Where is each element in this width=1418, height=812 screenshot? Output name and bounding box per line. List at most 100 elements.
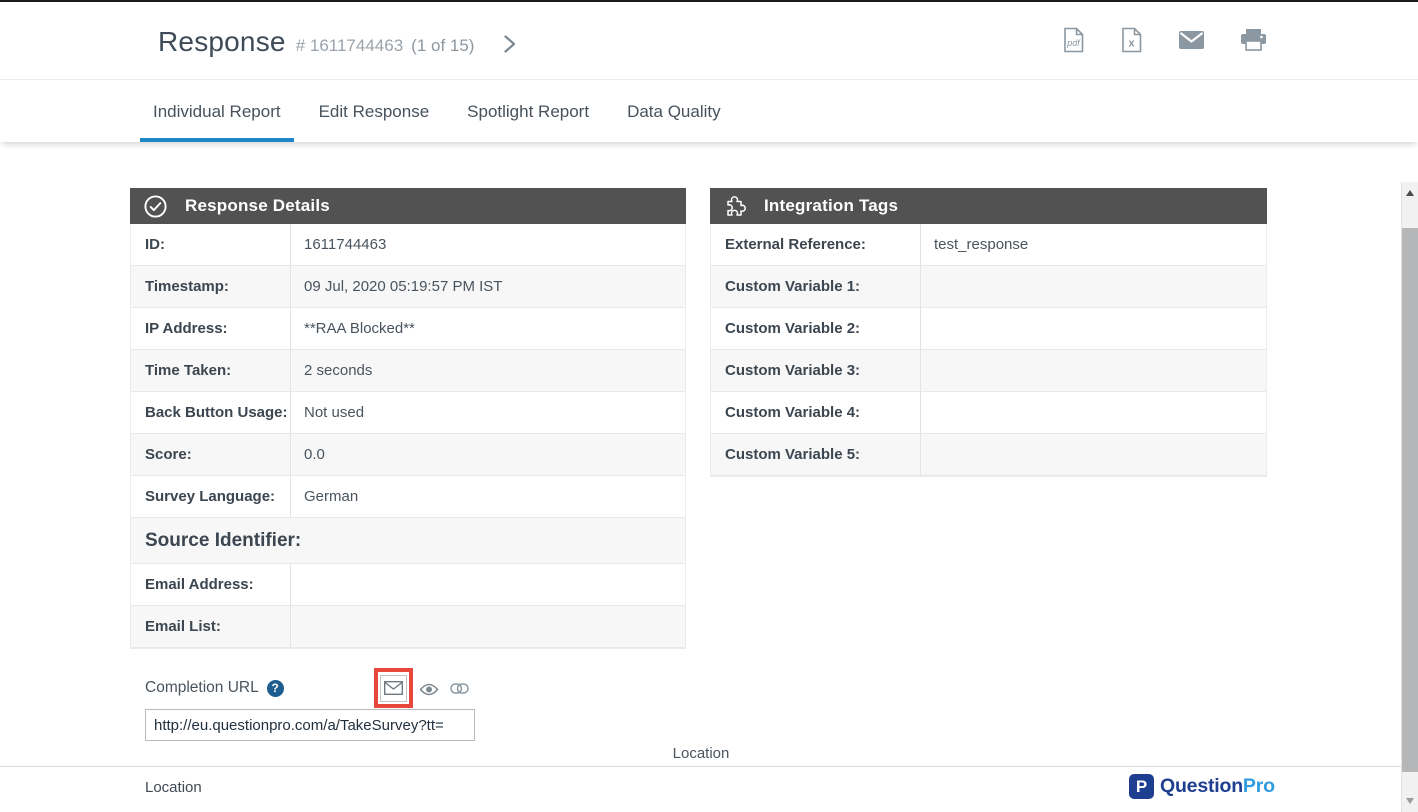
brand-secondary: Pro — [1243, 775, 1275, 797]
table-row: Survey Language: German — [131, 476, 685, 518]
printer-icon — [1241, 29, 1266, 51]
page-header: Response # 1611744463 (1 of 15) pdf — [0, 2, 1418, 80]
integration-tags-header: Integration Tags — [710, 188, 1267, 224]
vertical-scrollbar[interactable] — [1401, 182, 1418, 812]
scroll-down-arrow-icon[interactable] — [1406, 798, 1414, 804]
row-value — [921, 266, 1266, 307]
row-label: Custom Variable 5: — [711, 434, 921, 475]
questionpro-logo-text: QuestionPro — [1160, 775, 1275, 798]
row-value: German — [291, 476, 685, 517]
row-label: Email Address: — [131, 564, 291, 605]
row-value: test_response — [921, 224, 1266, 265]
link-icon — [450, 683, 469, 694]
tabs: Individual Report Edit Response Spotligh… — [0, 81, 1418, 142]
help-icon[interactable]: ? — [267, 680, 284, 697]
location-caption: Location — [0, 745, 1402, 762]
row-value — [921, 308, 1266, 349]
row-value — [921, 434, 1266, 475]
table-row: Score: 0.0 — [131, 434, 685, 476]
row-label: ID: — [131, 224, 291, 265]
excel-export-icon: x — [1121, 27, 1142, 53]
row-value: Not used — [291, 392, 685, 433]
envelope-icon — [1179, 31, 1204, 49]
brand-primary: Question — [1160, 775, 1243, 797]
location-section-label: Location — [145, 779, 202, 796]
response-position: (1 of 15) — [411, 36, 474, 56]
tab-individual-report[interactable]: Individual Report — [140, 81, 294, 142]
tab-data-quality[interactable]: Data Quality — [614, 81, 734, 142]
table-row: Email Address: — [131, 564, 685, 606]
row-label: Timestamp: — [131, 266, 291, 307]
row-label: Survey Language: — [131, 476, 291, 517]
email-response-button[interactable] — [1179, 26, 1204, 54]
table-row: Time Taken: 2 seconds — [131, 350, 685, 392]
table-row: Email List: — [131, 606, 685, 648]
tab-label: Spotlight Report — [467, 102, 589, 122]
row-label: Time Taken: — [131, 350, 291, 391]
row-value — [921, 392, 1266, 433]
tab-label: Data Quality — [627, 102, 721, 122]
row-label: Custom Variable 1: — [711, 266, 921, 307]
row-label: Custom Variable 4: — [711, 392, 921, 433]
export-pdf-button[interactable]: pdf — [1063, 26, 1084, 54]
page-title: Response — [158, 26, 286, 58]
eye-icon — [419, 682, 439, 697]
table-row: Custom Variable 4: — [711, 392, 1266, 434]
source-identifier-heading: Source Identifier: — [131, 518, 685, 564]
row-label: External Reference: — [711, 224, 921, 265]
check-circle-icon — [143, 194, 168, 219]
header-actions: pdf x — [1063, 26, 1266, 54]
questionpro-logo-icon: P — [1129, 774, 1154, 799]
next-response-button[interactable] — [502, 32, 524, 56]
completion-url-input[interactable] — [145, 709, 475, 741]
tab-spotlight-report[interactable]: Spotlight Report — [454, 81, 602, 142]
integration-tags-table: Integration Tags External Reference: tes… — [710, 188, 1267, 477]
tab-edit-response[interactable]: Edit Response — [306, 81, 443, 142]
email-completion-url-button[interactable] — [380, 675, 407, 702]
svg-text:pdf: pdf — [1066, 38, 1081, 48]
view-completion-url-button[interactable] — [419, 682, 439, 697]
tab-label: Edit Response — [319, 102, 430, 122]
row-value: 1611744463 — [291, 224, 685, 265]
table-row: Back Button Usage: Not used — [131, 392, 685, 434]
row-value: **RAA Blocked** — [291, 308, 685, 349]
pdf-export-icon: pdf — [1063, 27, 1084, 53]
envelope-icon — [384, 681, 403, 695]
row-value — [921, 350, 1266, 391]
table-row: Custom Variable 3: — [711, 350, 1266, 392]
svg-text:x: x — [1128, 38, 1135, 50]
table-row: ID: 1611744463 — [131, 224, 685, 266]
response-details-table: Response Details ID: 1611744463 Timestam… — [130, 188, 686, 649]
table-row: External Reference: test_response — [711, 224, 1266, 266]
questionpro-logo[interactable]: P QuestionPro — [1129, 774, 1275, 799]
row-label: IP Address: — [131, 308, 291, 349]
report-tabbar: Individual Report Edit Response Spotligh… — [0, 81, 1418, 142]
table-title: Response Details — [185, 196, 330, 216]
row-label: Back Button Usage: — [131, 392, 291, 433]
table-title: Integration Tags — [764, 196, 898, 216]
row-label: Custom Variable 3: — [711, 350, 921, 391]
scrollbar-thumb[interactable] — [1402, 228, 1418, 772]
title-group: Response # 1611744463 (1 of 15) — [158, 26, 474, 58]
chevron-right-icon — [502, 34, 524, 54]
response-details-header: Response Details — [130, 188, 686, 224]
print-button[interactable] — [1241, 26, 1266, 54]
row-value: 2 seconds — [291, 350, 685, 391]
section-divider — [0, 766, 1402, 767]
table-row: Custom Variable 5: — [711, 434, 1266, 476]
row-label: Score: — [131, 434, 291, 475]
row-value: 0.0 — [291, 434, 685, 475]
integration-tags-body: External Reference: test_response Custom… — [710, 224, 1267, 477]
row-value: 09 Jul, 2020 05:19:57 PM IST — [291, 266, 685, 307]
export-excel-button[interactable]: x — [1121, 26, 1142, 54]
copy-link-button[interactable] — [450, 683, 469, 694]
scroll-up-arrow-icon[interactable] — [1406, 190, 1414, 196]
response-id: # 1611744463 — [296, 36, 403, 56]
row-value — [291, 606, 685, 647]
highlight-annotation — [374, 668, 413, 708]
table-row: Custom Variable 1: — [711, 266, 1266, 308]
row-label: Email List: — [131, 606, 291, 647]
table-row: IP Address: **RAA Blocked** — [131, 308, 685, 350]
tab-label: Individual Report — [153, 102, 281, 122]
completion-url-label: Completion URL — [145, 679, 259, 697]
